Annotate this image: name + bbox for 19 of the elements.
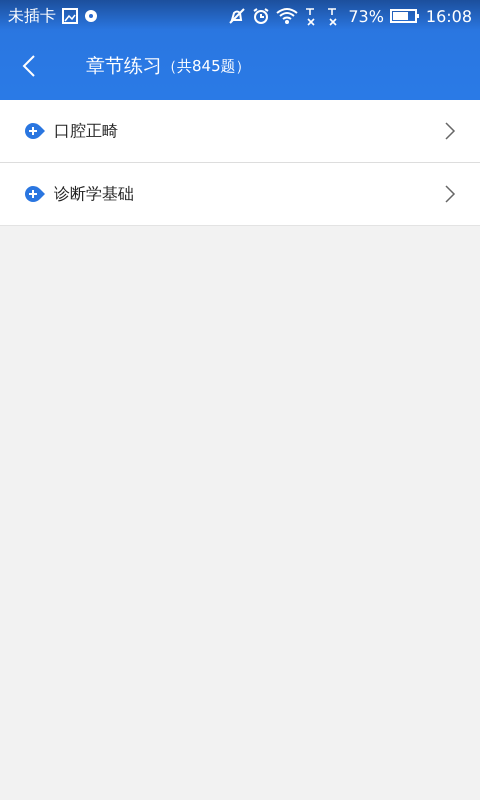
battery-icon	[390, 8, 420, 24]
chapter-label: 口腔正畸	[54, 120, 119, 142]
clock-time: 16:08	[426, 6, 472, 26]
chevron-icon	[444, 184, 456, 204]
plus-icon	[24, 185, 46, 203]
chapter-label: 诊断学基础	[54, 184, 135, 204]
wifi-icon	[276, 7, 298, 25]
battery-percent: 73%	[348, 6, 384, 26]
chapter-row[interactable]: 诊断学基础	[0, 163, 480, 225]
chapter-row[interactable]: 口腔正畸	[0, 100, 480, 163]
page-title: 章节练习	[86, 54, 162, 79]
back-icon[interactable]	[22, 54, 36, 78]
image-icon	[62, 8, 78, 24]
question-count: （共845题）	[162, 56, 251, 76]
plus-icon	[24, 122, 46, 140]
chevron-icon	[444, 121, 456, 141]
mute-icon	[228, 7, 246, 25]
alarm-icon	[252, 7, 270, 25]
carrier-text: 未插卡	[8, 6, 56, 26]
